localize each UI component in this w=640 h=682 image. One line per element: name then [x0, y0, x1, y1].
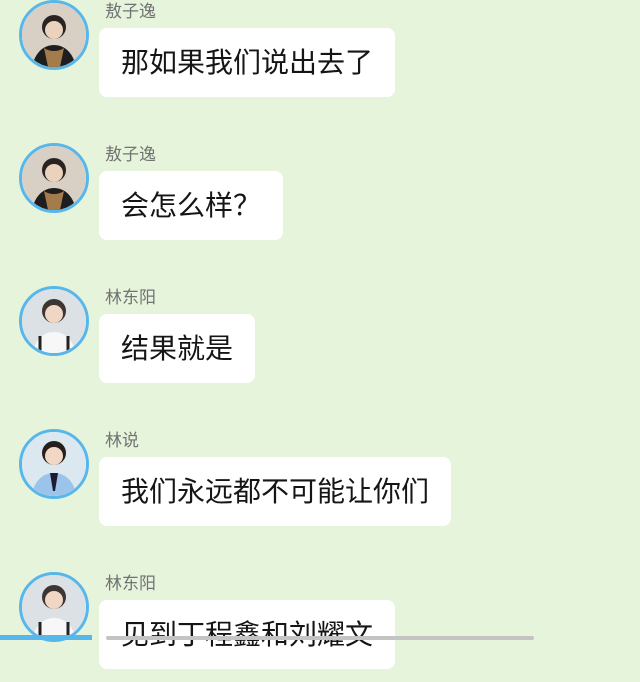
active-scroll-segment — [0, 635, 92, 640]
chat-message: 林东阳 见到丁程鑫和刘耀文 — [0, 572, 640, 682]
chat-message-list: 敖子逸 那如果我们说出去了 敖子逸 会怎么样？ 林东阳 结果就是 林说 我们永远… — [0, 0, 640, 669]
sender-name: 林东阳 — [105, 574, 156, 594]
sender-name: 敖子逸 — [105, 2, 156, 22]
chat-message: 林东阳 结果就是 — [0, 286, 640, 396]
person-photo-avatar-icon — [22, 146, 86, 210]
sender-name: 林说 — [105, 431, 139, 451]
person-photo-avatar-icon — [22, 575, 86, 639]
message-bubble[interactable]: 那如果我们说出去了 — [99, 28, 396, 97]
bottom-scroll-indicator — [0, 634, 640, 640]
person-photo-avatar-icon — [22, 289, 86, 353]
sender-name: 林东阳 — [105, 288, 156, 308]
avatar[interactable] — [19, 429, 89, 499]
person-photo-avatar-icon — [22, 3, 86, 67]
chat-message: 敖子逸 会怎么样？ — [0, 143, 640, 253]
sender-name: 敖子逸 — [105, 145, 156, 165]
avatar[interactable] — [19, 286, 89, 356]
avatar[interactable] — [19, 0, 89, 70]
message-bubble[interactable]: 结果就是 — [99, 314, 256, 383]
message-bubble[interactable]: 会怎么样？ — [99, 171, 284, 240]
avatar[interactable] — [19, 143, 89, 213]
chat-message: 敖子逸 那如果我们说出去了 — [0, 0, 640, 110]
avatar[interactable] — [19, 572, 89, 642]
scroll-track — [106, 636, 534, 640]
person-photo-avatar-icon — [22, 432, 86, 496]
chat-message: 林说 我们永远都不可能让你们 — [0, 429, 640, 539]
message-bubble[interactable]: 我们永远都不可能让你们 — [99, 457, 452, 526]
